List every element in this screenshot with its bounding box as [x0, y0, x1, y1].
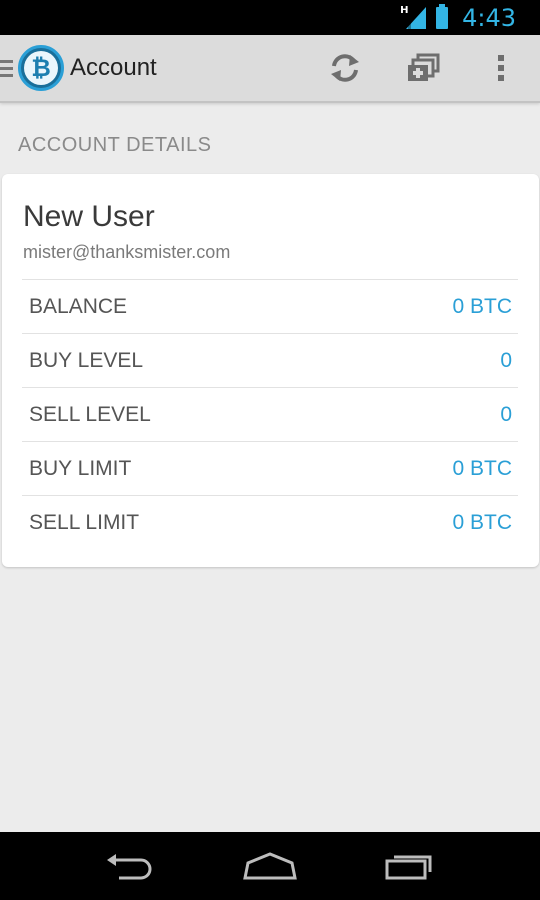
back-icon	[107, 854, 152, 880]
detail-value: 0	[500, 402, 512, 426]
detail-row-sell-limit: SELL LIMIT 0 BTC	[22, 495, 518, 549]
home-icon	[243, 852, 297, 880]
detail-label: SELL LEVEL	[29, 402, 151, 426]
recent-apps-icon	[385, 855, 432, 880]
account-details-list: BALANCE 0 BTC BUY LEVEL 0 SELL LEVEL 0 B…	[22, 279, 518, 549]
refresh-icon	[331, 54, 359, 82]
detail-value: 0 BTC	[452, 456, 512, 480]
detail-label: BUY LEVEL	[29, 348, 144, 372]
status-clock: 4:43	[462, 3, 516, 32]
navigation-bar	[0, 832, 540, 900]
battery-icon	[436, 3, 449, 29]
detail-row-sell-level: SELL LEVEL 0	[22, 387, 518, 441]
add-account-icon	[408, 53, 440, 81]
detail-value: 0 BTC	[452, 294, 512, 318]
section-header: ACCOUNT DETAILS	[18, 134, 212, 156]
drawer-indicator-icon[interactable]	[0, 34, 16, 102]
page-title: Account	[70, 54, 157, 81]
detail-label: SELL LIMIT	[29, 510, 140, 534]
recent-apps-button[interactable]	[370, 832, 450, 900]
overflow-menu-button[interactable]	[462, 34, 540, 102]
back-button[interactable]	[90, 832, 170, 900]
bitcoin-icon: ₿	[24, 51, 58, 85]
detail-row-buy-limit: BUY LIMIT 0 BTC	[22, 441, 518, 495]
action-bar: ₿ Account	[0, 35, 540, 103]
network-type: H	[400, 4, 409, 16]
signal-icon: H	[400, 4, 427, 29]
user-name: New User	[23, 200, 155, 233]
detail-value: 0	[500, 348, 512, 372]
detail-row-balance: BALANCE 0 BTC	[22, 279, 518, 333]
status-bar: H 4:43	[0, 0, 540, 35]
refresh-button[interactable]	[306, 34, 384, 102]
add-account-button[interactable]	[384, 34, 462, 102]
account-details-card: New User mister@thanksmister.com BALANCE…	[2, 174, 539, 567]
app-logo[interactable]: ₿	[18, 45, 64, 91]
detail-label: BUY LIMIT	[29, 456, 132, 480]
detail-value: 0 BTC	[452, 510, 512, 534]
detail-label: BALANCE	[29, 294, 128, 318]
home-button[interactable]	[230, 832, 310, 900]
user-email: mister@thanksmister.com	[23, 242, 231, 262]
overflow-menu-icon	[498, 55, 504, 81]
detail-row-buy-level: BUY LEVEL 0	[22, 333, 518, 387]
